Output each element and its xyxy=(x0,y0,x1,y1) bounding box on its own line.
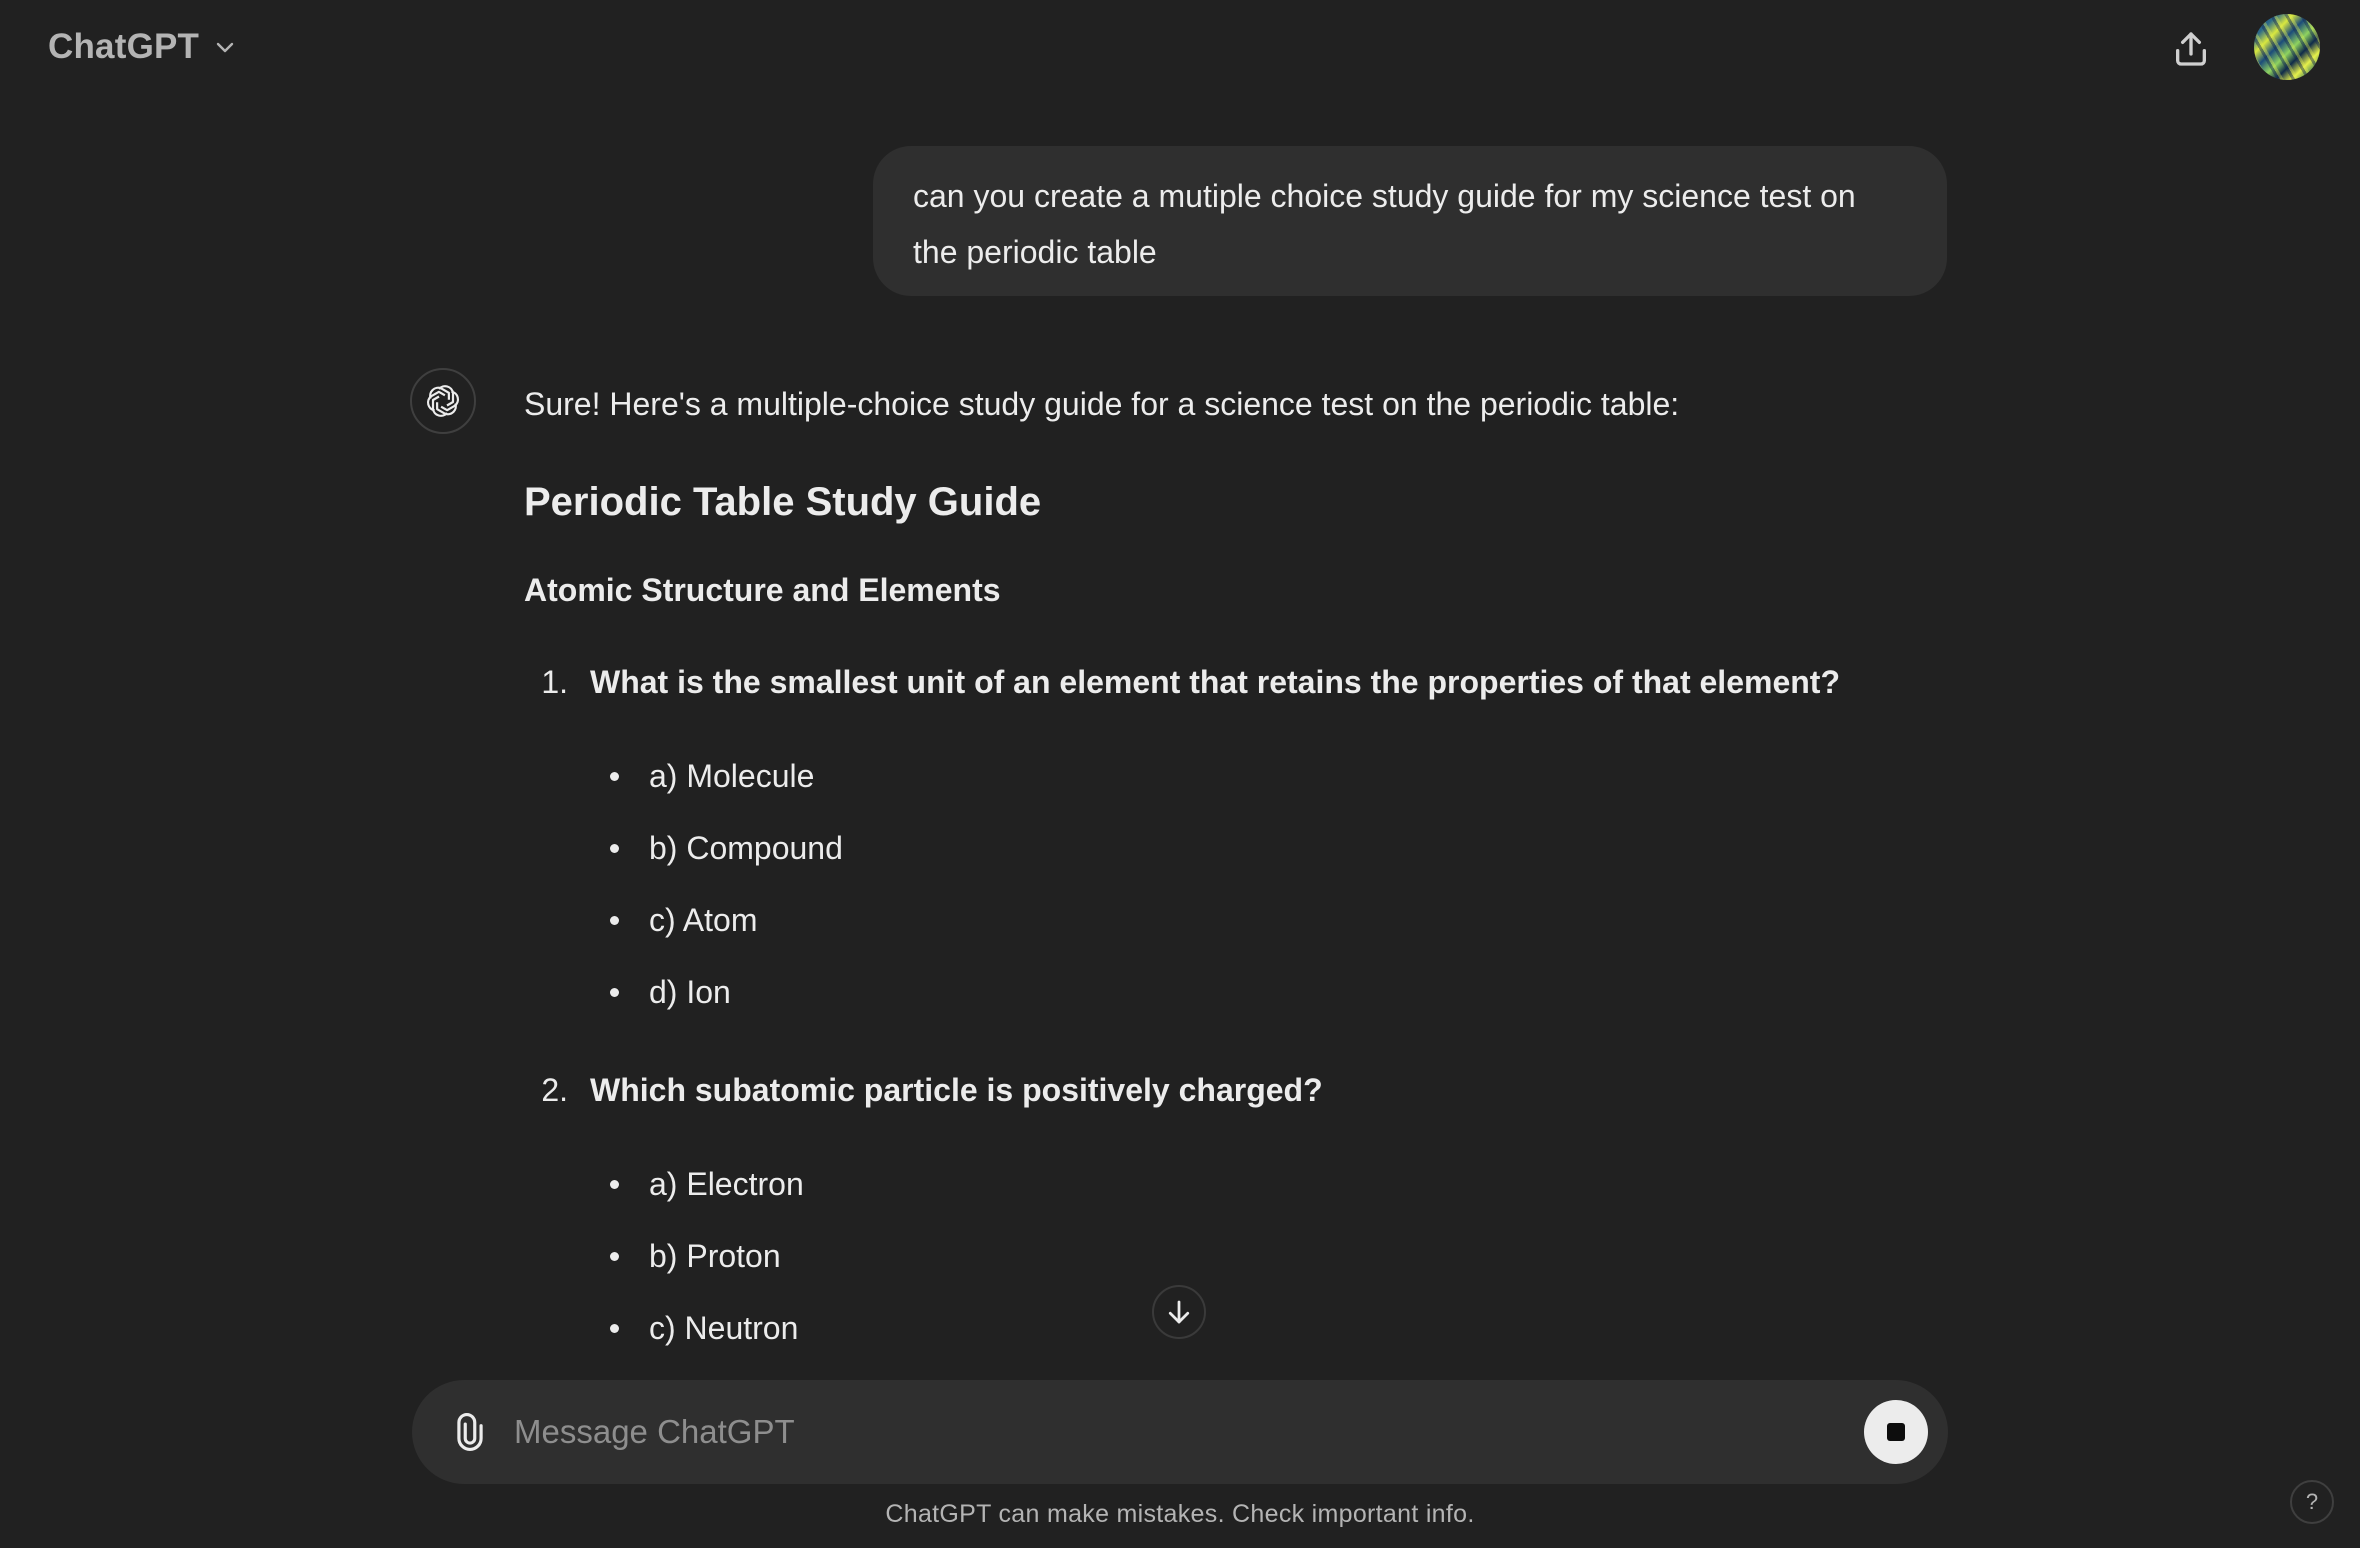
question-item: 2. Which subatomic particle is positivel… xyxy=(524,1072,1323,1109)
question-item: 1. What is the smallest unit of an eleme… xyxy=(524,664,1840,701)
disclaimer-text: ChatGPT can make mistakes. Check importa… xyxy=(885,1500,1475,1528)
openai-logo-icon xyxy=(426,385,460,417)
answer-option-text: b) Proton xyxy=(649,1238,781,1274)
bullet-icon xyxy=(610,844,619,853)
user-avatar[interactable] xyxy=(2254,14,2320,80)
assistant-message: Sure! Here's a multiple-choice study gui… xyxy=(524,380,1944,1346)
chat-page: ChatGPT can you create a mutiple choice … xyxy=(0,0,2360,1548)
arrow-down-icon xyxy=(1168,1300,1190,1324)
model-name: ChatGPT xyxy=(48,27,200,66)
chevron-down-icon xyxy=(216,42,234,53)
assistant-avatar xyxy=(410,368,476,434)
stop-icon xyxy=(1887,1423,1905,1441)
answer-option-text: a) Molecule xyxy=(649,758,815,794)
help-label: ? xyxy=(2305,1489,2319,1514)
message-composer xyxy=(412,1380,1948,1484)
bullet-icon xyxy=(610,1180,619,1189)
section-heading: Atomic Structure and Elements xyxy=(524,572,1001,608)
bullet-icon xyxy=(610,988,619,997)
question-text: What is the smallest unit of an element … xyxy=(590,664,1840,700)
answer-option-text: c) Neutron xyxy=(649,1310,799,1346)
model-selector[interactable]: ChatGPT xyxy=(48,24,237,70)
assistant-intro: Sure! Here's a multiple-choice study gui… xyxy=(524,386,1680,422)
bullet-icon xyxy=(610,916,619,925)
share-icon xyxy=(2176,32,2206,66)
answer-option: d) Ion xyxy=(610,974,731,1011)
bullet-icon xyxy=(610,772,619,781)
answer-option: c) Neutron xyxy=(610,1310,798,1347)
answer-option: a) Molecule xyxy=(610,758,814,795)
answer-option-text: d) Ion xyxy=(649,974,731,1010)
question-text: Which subatomic particle is positively c… xyxy=(590,1072,1323,1108)
help-button[interactable]: ? xyxy=(2290,1480,2334,1524)
answer-option: b) Compound xyxy=(610,830,843,867)
header: ChatGPT xyxy=(0,0,2360,94)
answer-option-text: a) Electron xyxy=(649,1166,804,1202)
answer-option: b) Proton xyxy=(610,1238,781,1275)
message-input[interactable] xyxy=(514,1404,1814,1460)
study-guide-title: Periodic Table Study Guide xyxy=(524,480,1042,524)
attach-button[interactable] xyxy=(442,1404,498,1460)
scroll-to-bottom-button[interactable] xyxy=(1152,1285,1206,1339)
question-number: 1. xyxy=(541,664,568,700)
stop-generating-button[interactable] xyxy=(1864,1400,1928,1464)
user-message-text: can you create a mutiple choice study gu… xyxy=(913,178,1856,270)
answer-option-text: c) Atom xyxy=(649,902,758,938)
answer-option: c) Atom xyxy=(610,902,757,939)
paperclip-icon xyxy=(457,1413,483,1451)
share-button[interactable] xyxy=(2166,24,2216,74)
bullet-icon xyxy=(610,1252,619,1261)
bullet-icon xyxy=(610,1324,619,1333)
answer-option: a) Electron xyxy=(610,1166,804,1203)
answer-option-text: b) Compound xyxy=(649,830,843,866)
question-number: 2. xyxy=(541,1072,568,1108)
user-message-bubble: can you create a mutiple choice study gu… xyxy=(873,146,1947,296)
